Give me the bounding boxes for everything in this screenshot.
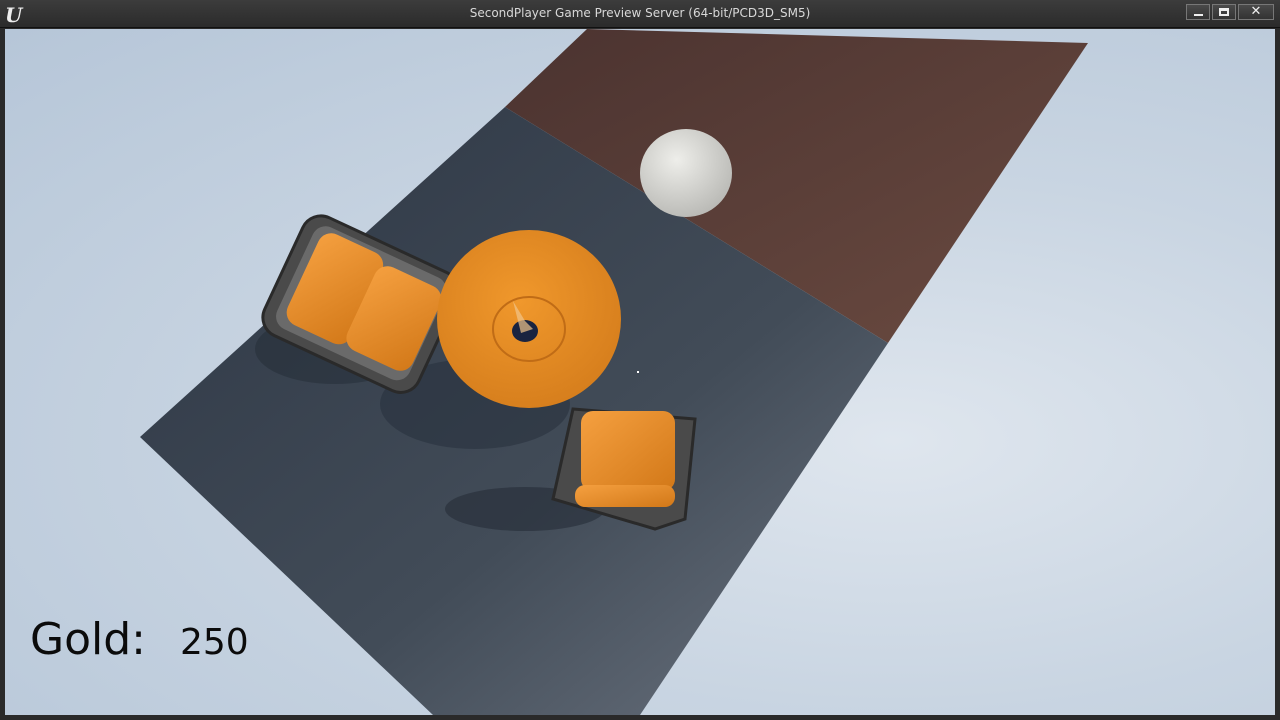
maximize-button[interactable] xyxy=(1212,4,1236,20)
window-title: SecondPlayer Game Preview Server (64-bit… xyxy=(469,6,811,20)
minimize-icon xyxy=(1193,13,1203,16)
title-bar[interactable]: U SecondPlayer Game Preview Server (64-b… xyxy=(0,0,1280,28)
ball xyxy=(640,129,732,217)
minimize-button[interactable] xyxy=(1186,4,1210,20)
table-top xyxy=(437,230,621,408)
gold-counter: Gold: 250 xyxy=(30,614,249,665)
window-bottom-border xyxy=(0,715,1280,720)
window-controls: ✕ xyxy=(1186,4,1274,20)
game-window: U SecondPlayer Game Preview Server (64-b… xyxy=(0,0,1280,720)
close-icon: ✕ xyxy=(1250,4,1262,19)
crosshair xyxy=(637,371,639,373)
gold-value: 250 xyxy=(180,622,249,663)
maximize-icon xyxy=(1219,8,1229,16)
game-viewport[interactable]: Gold: 250 xyxy=(5,29,1275,715)
close-button[interactable]: ✕ xyxy=(1238,4,1274,20)
gold-label: Gold: xyxy=(30,614,146,665)
scene-render xyxy=(140,29,1088,715)
